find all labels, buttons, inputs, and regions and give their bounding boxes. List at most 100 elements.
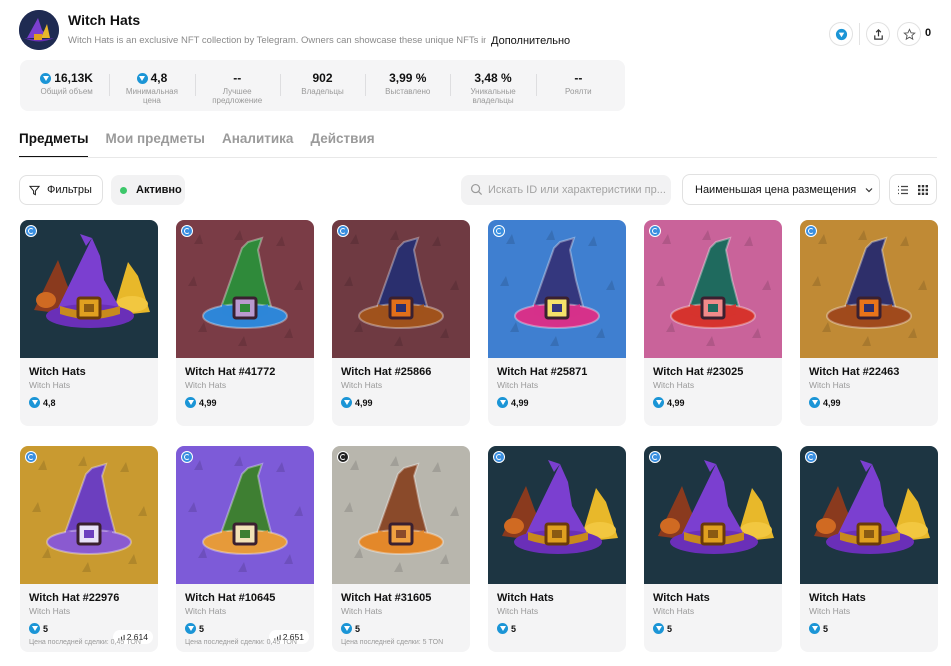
- stat-label: Минимальная цена: [125, 87, 178, 105]
- stat-item: -- Роялти: [535, 60, 621, 111]
- nft-name: Witch Hat #25871: [497, 366, 588, 378]
- stat-value: 902: [312, 71, 332, 85]
- nft-name: Witch Hat #10645: [185, 592, 276, 604]
- stat-value: 3,48 %: [474, 71, 511, 85]
- nft-artwork: [488, 220, 626, 358]
- stat-item: 3,48 % Уникальные владельцы: [450, 60, 535, 111]
- nft-price-value: 5: [511, 623, 517, 634]
- nft-card[interactable]: Witch Hats Witch Hats 5: [644, 446, 782, 652]
- nft-price: 4,99: [653, 397, 685, 408]
- nft-card[interactable]: Witch Hat #22463 Witch Hats 4,99: [800, 220, 938, 426]
- tab-0[interactable]: Предметы: [19, 131, 89, 158]
- collection-badge-icon: [805, 451, 817, 463]
- filters-button[interactable]: Фильтры: [19, 175, 103, 205]
- nft-card[interactable]: Witch Hat #25866 Witch Hats 4,99: [332, 220, 470, 426]
- nft-image: [644, 220, 782, 358]
- share-icon: [873, 28, 883, 40]
- ton-icon: [40, 72, 52, 84]
- last-sale-price: Цена последней сделки: 0,45 TON: [29, 639, 141, 646]
- tab-bar: Предметы Мои предметы Аналитика Действия: [19, 131, 375, 158]
- nft-collection: Witch Hats: [185, 606, 227, 616]
- grid-view-icon[interactable]: [917, 184, 929, 196]
- nft-collection: Witch Hats: [29, 380, 71, 390]
- stat-value-text: 3,99 %: [389, 71, 427, 85]
- nft-card[interactable]: 2 614 Witch Hat #22976 Witch Hats 5 Цена …: [20, 446, 158, 652]
- filter-icon: [29, 185, 40, 195]
- nft-price-value: 5: [823, 623, 829, 634]
- nft-price-value: 5: [199, 623, 205, 634]
- ton-icon: [341, 623, 352, 634]
- stat-value: 16,13K: [40, 71, 93, 85]
- share-button[interactable]: [866, 22, 890, 46]
- nft-image: [488, 446, 626, 584]
- nft-name: Witch Hat #41772: [185, 366, 276, 378]
- nft-collection: Witch Hats: [341, 606, 383, 616]
- nft-card[interactable]: Witch Hats Witch Hats 4,8: [20, 220, 158, 426]
- ton-icon: [497, 623, 508, 634]
- list-view-icon[interactable]: [897, 184, 909, 196]
- nft-card[interactable]: Witch Hats Witch Hats 5: [488, 446, 626, 652]
- chevron-down-icon: [865, 187, 873, 192]
- status-filter-chip[interactable]: Активно: [111, 175, 185, 205]
- nft-card[interactable]: Witch Hat #25871 Witch Hats 4,99: [488, 220, 626, 426]
- search-icon: [470, 183, 483, 196]
- tab-2[interactable]: Аналитика: [222, 131, 293, 158]
- nft-card[interactable]: Witch Hat #31605 Witch Hats 5 Цена после…: [332, 446, 470, 652]
- collection-badge-icon: [25, 451, 37, 463]
- nft-name: Witch Hat #22976: [29, 592, 120, 604]
- nft-price-value: 5: [667, 623, 673, 634]
- stat-item: 902 Владельцы: [279, 60, 365, 111]
- ton-icon: [653, 397, 664, 408]
- collection-badge-icon: [649, 451, 661, 463]
- nft-artwork: [176, 220, 314, 358]
- nft-card[interactable]: Witch Hats Witch Hats 5: [800, 446, 938, 652]
- nft-name: Witch Hat #25866: [341, 366, 432, 378]
- favorite-button[interactable]: [897, 22, 921, 46]
- search-input[interactable]: [461, 175, 671, 205]
- filters-label: Фильтры: [47, 184, 92, 196]
- stat-label: Роялти: [565, 87, 592, 96]
- tab-1[interactable]: Мои предметы: [105, 131, 204, 158]
- nft-card[interactable]: Witch Hat #41772 Witch Hats 4,99: [176, 220, 314, 426]
- nft-collection: Witch Hats: [809, 380, 851, 390]
- nft-name: Witch Hats: [653, 592, 710, 604]
- nft-image: [176, 446, 314, 584]
- ton-icon: [29, 397, 40, 408]
- view-toggle: [889, 174, 937, 205]
- stat-value: 3,99 %: [389, 71, 426, 85]
- stat-value-text: --: [233, 71, 242, 85]
- ton-icon: [185, 623, 196, 634]
- nft-card[interactable]: Witch Hat #23025 Witch Hats 4,99: [644, 220, 782, 426]
- nft-image: [20, 446, 158, 584]
- nft-image: [332, 446, 470, 584]
- stat-value-text: 3,48 %: [474, 71, 512, 85]
- nft-price: 4,99: [341, 397, 373, 408]
- nft-name: Witch Hats: [809, 592, 866, 604]
- ton-icon: [29, 623, 40, 634]
- nft-image: [176, 220, 314, 358]
- nft-artwork: [332, 446, 470, 584]
- nft-price: 5: [341, 623, 360, 634]
- ton-button[interactable]: [829, 22, 853, 46]
- nft-image: [644, 446, 782, 584]
- nft-price-value: 4,99: [667, 397, 685, 408]
- collection-avatar: [19, 10, 59, 50]
- nft-card[interactable]: 2 651 Witch Hat #10645 Witch Hats 5 Цена …: [176, 446, 314, 652]
- nft-price-value: 4,99: [823, 397, 841, 408]
- favorites-count: 0: [925, 27, 932, 39]
- nft-name: Witch Hat #22463: [809, 366, 900, 378]
- nft-artwork: [644, 446, 782, 584]
- ton-icon: [809, 623, 820, 634]
- tab-divider: [19, 157, 937, 158]
- more-link[interactable]: Дополнительно: [491, 35, 570, 47]
- tab-3[interactable]: Действия: [310, 131, 374, 158]
- stat-item: -- Лучшее предложение: [194, 60, 280, 111]
- sort-dropdown[interactable]: Наименьшая цена размещения: [682, 174, 880, 205]
- header-divider: [859, 23, 860, 45]
- collection-badge-icon: [493, 225, 505, 237]
- nft-image: [800, 446, 938, 584]
- nft-image: [332, 220, 470, 358]
- collection-stats: 16,13K Общий объем 4,8 Минимальная цена -- Лу…: [20, 60, 625, 111]
- nft-price: 5: [653, 623, 672, 634]
- nft-price-value: 4,99: [355, 397, 373, 408]
